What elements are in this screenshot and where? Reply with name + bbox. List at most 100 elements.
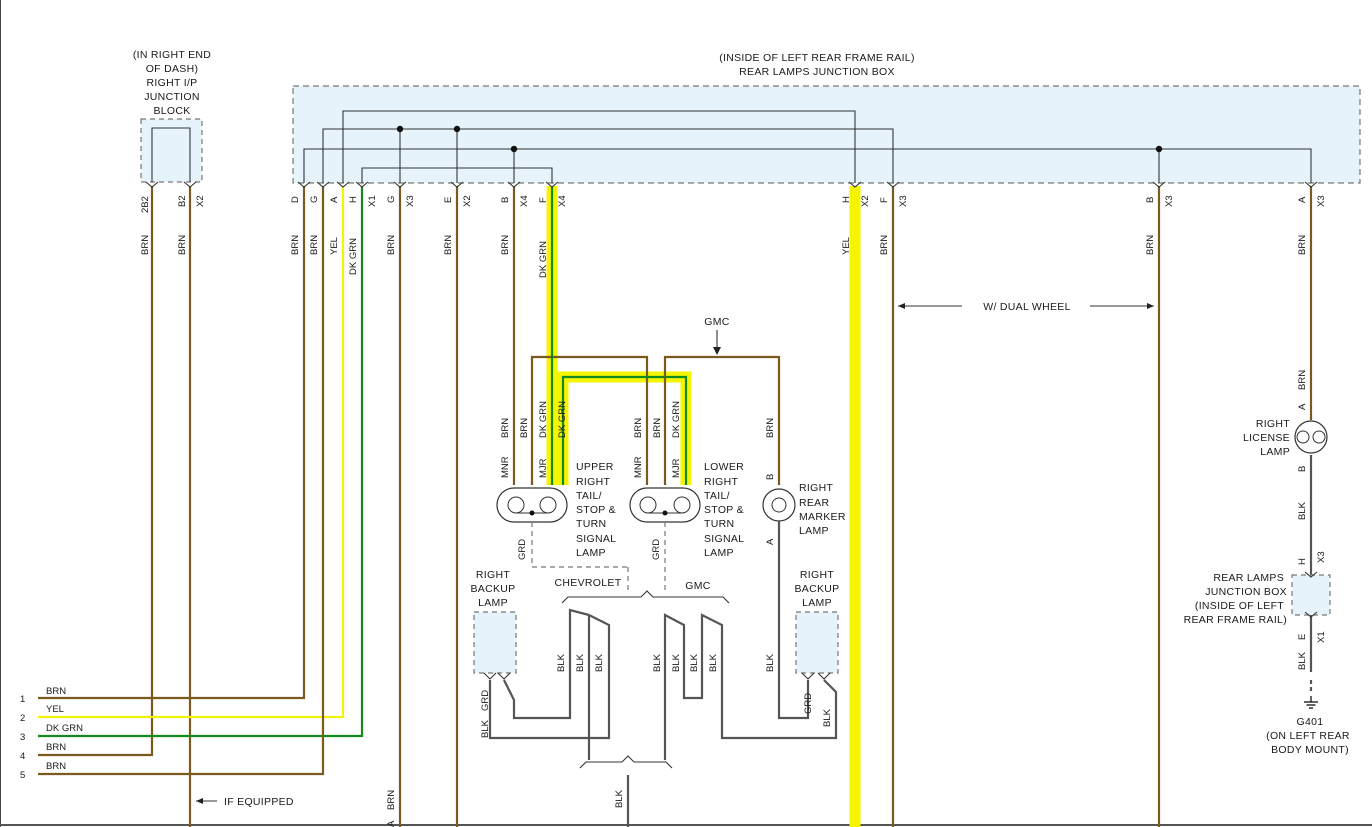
svg-text:RIGHT: RIGHT (799, 482, 833, 494)
chevrolet-note: CHEVROLET (555, 577, 622, 589)
upper-grd-label: GRD (517, 539, 528, 560)
svg-text:DK GRN: DK GRN (538, 401, 549, 438)
svg-text:3: 3 (20, 732, 25, 743)
license-conn-e: X1 (1316, 631, 1327, 643)
svg-text:X3: X3 (405, 195, 416, 207)
svg-text:X4: X4 (557, 195, 568, 207)
license-lamp-label: RIGHT LICENSE LAMP (1243, 418, 1290, 458)
svg-text:H: H (348, 196, 359, 203)
license-lamp (1294, 420, 1328, 454)
svg-text:G401: G401 (1297, 716, 1324, 728)
svg-text:REAR: REAR (799, 497, 829, 509)
svg-text:REAR LAMPS JUNCTION BOX: REAR LAMPS JUNCTION BOX (739, 66, 895, 78)
svg-text:BRN: BRN (46, 686, 66, 697)
ground-label: G401 (ON LEFT REAR BODY MOUNT) (1266, 716, 1349, 756)
marker-lamp-label: RIGHT REAR MARKER LAMP (799, 482, 846, 537)
svg-text:LAMP: LAMP (802, 597, 832, 609)
marker-wire-label: BRN (765, 418, 776, 438)
svg-text:B2: B2 (177, 195, 188, 207)
svg-text:G: G (309, 196, 320, 203)
svg-text:BRN: BRN (443, 235, 454, 255)
bottom-brn-label: BRN (386, 790, 397, 810)
svg-text:MNR: MNR (633, 456, 644, 478)
backup-lamp-right-label: RIGHT BACKUP LAMP (795, 569, 840, 609)
lower-lamp-wire-labels: BRN BRN DK GRN MNR MJR (633, 401, 682, 478)
svg-text:DK GRN: DK GRN (557, 401, 568, 438)
svg-text:BODY MOUNT): BODY MOUNT) (1271, 744, 1349, 756)
svg-text:DK GRN: DK GRN (348, 238, 359, 275)
svg-text:TAIL/: TAIL/ (704, 490, 730, 502)
svg-text:SIGNAL: SIGNAL (704, 533, 744, 545)
lower-lamp-label: LOWER RIGHT TAIL/ STOP & TURN SIGNAL LAM… (704, 461, 744, 559)
svg-text:GRD: GRD (480, 690, 491, 711)
svg-text:X4: X4 (519, 195, 530, 207)
svg-text:4: 4 (20, 751, 25, 762)
svg-text:UPPER: UPPER (576, 461, 614, 473)
svg-text:STOP &: STOP & (704, 504, 744, 516)
svg-text:B: B (500, 197, 511, 203)
svg-text:TURN: TURN (576, 518, 606, 530)
marker-pin-a: A (765, 538, 776, 545)
license-pin-e: E (1297, 634, 1308, 640)
gmc-top-note: GMC (704, 316, 730, 328)
svg-text:JUNCTION BOX: JUNCTION BOX (1205, 586, 1287, 598)
svg-text:X2: X2 (195, 195, 206, 207)
svg-text:BRN: BRN (290, 235, 301, 255)
svg-text:BLK: BLK (614, 789, 625, 808)
rear-marker-lamp (762, 488, 796, 522)
svg-text:BLK: BLK (556, 653, 567, 672)
svg-text:BACKUP: BACKUP (471, 583, 516, 595)
svg-text:LAMP: LAMP (576, 547, 606, 559)
upper-tail-lamp (496, 487, 568, 567)
svg-text:(IN RIGHT END: (IN RIGHT END (133, 49, 211, 61)
svg-text:REAR FRAME RAIL): REAR FRAME RAIL) (1184, 614, 1287, 626)
svg-text:A: A (1297, 196, 1308, 203)
svg-text:TAIL/: TAIL/ (576, 490, 602, 502)
upper-lamp-label: UPPER RIGHT TAIL/ STOP & TURN SIGNAL LAM… (576, 461, 616, 559)
rear-junction-box-label: (INSIDE OF LEFT REAR FRAME RAIL) REAR LA… (719, 52, 914, 78)
ground-icon (1304, 696, 1318, 709)
svg-text:BRN: BRN (1145, 235, 1156, 255)
svg-text:X3: X3 (898, 195, 909, 207)
lower-tail-lamp (629, 487, 701, 590)
svg-text:RIGHT: RIGHT (704, 476, 738, 488)
license-pin-b: B (1297, 466, 1308, 472)
svg-text:IF EQUIPPED: IF EQUIPPED (224, 796, 294, 808)
svg-text:X2: X2 (860, 195, 871, 207)
svg-text:RIGHT: RIGHT (576, 476, 610, 488)
svg-text:RIGHT I/P: RIGHT I/P (147, 77, 198, 89)
svg-text:LAMP: LAMP (799, 525, 829, 537)
svg-text:MARKER: MARKER (799, 511, 846, 523)
svg-text:BRN: BRN (652, 418, 663, 438)
svg-text:2: 2 (20, 713, 25, 724)
svg-text:X3: X3 (1164, 195, 1175, 207)
svg-text:DK GRN: DK GRN (671, 401, 682, 438)
svg-text:E: E (443, 197, 454, 203)
svg-text:DK GRN: DK GRN (46, 723, 83, 734)
svg-text:JUNCTION: JUNCTION (144, 91, 199, 103)
svg-text:BRN: BRN (500, 235, 511, 255)
svg-text:2B2: 2B2 (140, 196, 151, 213)
svg-text:RIGHT: RIGHT (1256, 418, 1290, 430)
svg-text:OF DASH): OF DASH) (146, 63, 199, 75)
svg-text:BRN: BRN (46, 742, 66, 753)
gmc-bottom-note: GMC (685, 580, 711, 592)
svg-text:W/ DUAL WHEEL: W/ DUAL WHEEL (983, 301, 1071, 313)
svg-text:YEL: YEL (329, 237, 340, 255)
lower-grd-label: GRD (651, 539, 662, 560)
svg-text:(INSIDE OF LEFT: (INSIDE OF LEFT (1195, 600, 1284, 612)
svg-text:5: 5 (20, 770, 25, 781)
svg-text:BRN: BRN (386, 235, 397, 255)
left-harness: 1 BRN 2 YEL 3 DK GRN 4 BRN 5 BRN (20, 686, 83, 781)
svg-text:BLK: BLK (689, 653, 700, 672)
svg-text:BRN: BRN (140, 235, 151, 255)
wiring-diagram: (IN RIGHT END OF DASH) RIGHT I/P JUNCTIO… (0, 0, 1372, 827)
svg-text:DK GRN: DK GRN (538, 241, 549, 278)
svg-text:TURN: TURN (704, 518, 734, 530)
box-wire-labels: BRN BRN YEL DK GRN BRN BRN BRN DK GRN YE… (290, 235, 1308, 278)
marker-pin-b: B (765, 474, 776, 480)
bottom-a-label: A (386, 820, 397, 827)
svg-text:MNR: MNR (500, 456, 511, 478)
svg-text:RIGHT: RIGHT (476, 569, 510, 581)
rear-box-small-label: REAR LAMPS JUNCTION BOX (INSIDE OF LEFT … (1184, 572, 1287, 626)
